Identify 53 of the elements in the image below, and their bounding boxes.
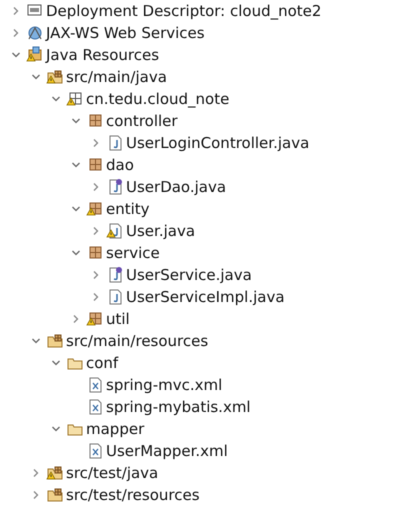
collapse-chevron-icon[interactable]	[51, 94, 61, 104]
collapse-chevron-icon[interactable]	[51, 424, 61, 434]
source-folder-icon	[46, 68, 64, 86]
expand-chevron-icon[interactable]	[91, 138, 101, 148]
package-icon	[86, 200, 104, 218]
tree-item-label[interactable]: cn.tedu.cloud_note	[86, 92, 230, 106]
expand-chevron-icon[interactable]	[91, 226, 101, 236]
tree-item-label[interactable]: UserDao.java	[126, 180, 226, 194]
java-file-icon	[106, 222, 124, 240]
expand-chevron-icon[interactable]	[91, 292, 101, 302]
tree-item-label[interactable]: JAX-WS Web Services	[46, 26, 205, 40]
tree-item-label[interactable]: spring-mvc.xml	[106, 378, 222, 392]
tree-item-label[interactable]: src/main/java	[66, 70, 167, 84]
tree-item-label[interactable]: Java Resources	[46, 48, 160, 62]
package-icon	[86, 310, 104, 328]
collapse-chevron-icon[interactable]	[51, 358, 61, 368]
globe-icon	[26, 24, 44, 42]
tree-item-label[interactable]: UserServiceImpl.java	[126, 290, 285, 304]
collapse-chevron-icon[interactable]	[71, 116, 81, 126]
collapse-chevron-icon[interactable]	[11, 50, 21, 60]
source-folder-icon	[46, 486, 64, 504]
tree-item-label[interactable]: dao	[106, 158, 134, 172]
tree-item-label[interactable]: entity	[106, 202, 150, 216]
tree-item-label[interactable]: UserLoginController.java	[126, 136, 310, 150]
collapse-chevron-icon[interactable]	[31, 72, 41, 82]
expand-chevron-icon[interactable]	[31, 468, 41, 478]
collapse-chevron-icon[interactable]	[71, 204, 81, 214]
expand-chevron-icon[interactable]	[91, 182, 101, 192]
tree-item-label[interactable]: UserService.java	[126, 268, 252, 282]
tree-item-label[interactable]: UserMapper.xml	[106, 444, 228, 458]
expand-chevron-icon[interactable]	[31, 490, 41, 500]
tree-item-label[interactable]: conf	[86, 356, 118, 370]
expand-chevron-icon[interactable]	[71, 314, 81, 324]
collapse-chevron-icon[interactable]	[71, 248, 81, 258]
source-folder-icon	[46, 464, 64, 482]
tree-item-label[interactable]: service	[106, 246, 160, 260]
tree-item-label[interactable]: src/main/resources	[66, 334, 208, 348]
tree-item-label[interactable]: src/test/resources	[66, 488, 200, 502]
source-folder-icon	[46, 332, 64, 350]
package-icon	[66, 90, 84, 108]
collapse-chevron-icon[interactable]	[31, 336, 41, 346]
library-icon	[26, 46, 44, 64]
tree-item-label[interactable]: Deployment Descriptor: cloud_note2	[46, 4, 322, 18]
tree-item-label[interactable]: User.java	[126, 224, 196, 238]
tree-item-label[interactable]: controller	[106, 114, 178, 128]
tree-item-label[interactable]: src/test/java	[66, 466, 158, 480]
expand-chevron-icon[interactable]	[11, 6, 21, 16]
tree-item-label[interactable]: spring-mybatis.xml	[106, 400, 251, 414]
expand-chevron-icon[interactable]	[91, 270, 101, 280]
collapse-chevron-icon[interactable]	[71, 160, 81, 170]
tree-item-label[interactable]: mapper	[86, 422, 144, 436]
tree-item-label[interactable]: util	[106, 312, 130, 326]
expand-chevron-icon[interactable]	[11, 28, 21, 38]
